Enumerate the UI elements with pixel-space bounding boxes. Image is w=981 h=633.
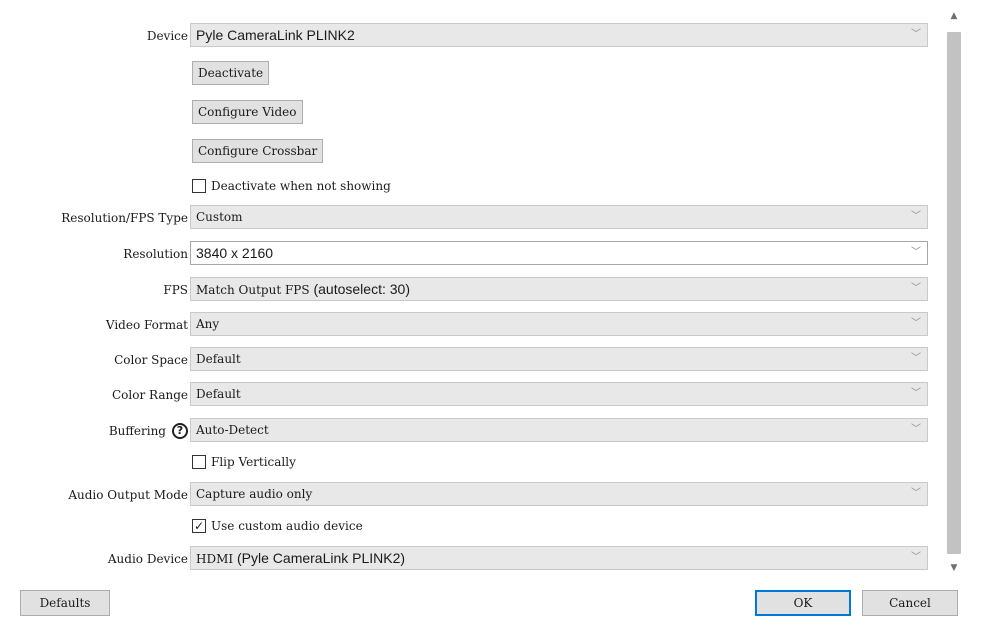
- buffering-label-group: Buffering ?: [109, 418, 188, 444]
- vertical-scrollbar[interactable]: ▲ ▼: [943, 8, 965, 576]
- ok-button[interactable]: OK: [755, 590, 851, 616]
- device-row: Device Pyle CameraLink PLINK2 ﹀: [0, 23, 930, 49]
- resolution-fps-type-dropdown[interactable]: Custom ﹀: [190, 205, 928, 229]
- buffering-dropdown[interactable]: Auto-Detect ﹀: [190, 418, 928, 442]
- resolution-fps-type-value: Custom: [196, 210, 243, 224]
- fps-value-main: Match Output FPS: [196, 283, 310, 297]
- color-range-row: Color Range Default ﹀: [0, 382, 930, 408]
- chevron-down-icon: ﹀: [911, 424, 921, 435]
- defaults-button[interactable]: Defaults: [20, 590, 110, 616]
- use-custom-audio-device-checkbox[interactable]: ✓ Use custom audio device: [192, 516, 363, 536]
- flip-vertically-checkbox[interactable]: Flip Vertically: [192, 452, 296, 472]
- device-label: Device: [146, 29, 188, 43]
- audio-device-row: Audio Device HDMI (Pyle CameraLink PLINK…: [0, 546, 930, 572]
- fps-value-autoselect: (autoselect: 30): [309, 281, 410, 297]
- help-icon[interactable]: ?: [172, 423, 188, 439]
- resolution-combobox[interactable]: 3840 x 2160 ﹀: [190, 241, 928, 265]
- cancel-button[interactable]: Cancel: [862, 590, 958, 616]
- audio-output-mode-label: Audio Output Mode: [68, 488, 188, 502]
- chevron-down-icon: ﹀: [911, 318, 921, 329]
- deactivate-button[interactable]: Deactivate: [192, 61, 270, 85]
- color-range-value: Default: [196, 387, 241, 401]
- video-format-row: Video Format Any ﹀: [0, 312, 930, 338]
- chevron-down-icon: ﹀: [911, 283, 921, 294]
- device-dropdown[interactable]: Pyle CameraLink PLINK2 ﹀: [190, 23, 928, 47]
- color-range-dropdown[interactable]: Default ﹀: [190, 382, 928, 406]
- color-range-label: Color Range: [112, 388, 188, 402]
- checkbox-box[interactable]: [192, 455, 206, 469]
- audio-device-label: Audio Device: [107, 552, 188, 566]
- audio-output-mode-value: Capture audio only: [196, 487, 313, 501]
- buffering-value: Auto-Detect: [196, 423, 269, 437]
- chevron-down-icon: ﹀: [911, 211, 921, 222]
- resolution-fps-type-label: Resolution/FPS Type: [61, 211, 188, 225]
- scroll-down-icon[interactable]: ▼: [943, 560, 965, 576]
- color-space-dropdown[interactable]: Default ﹀: [190, 347, 928, 371]
- flip-vertically-label: Flip Vertically: [211, 455, 296, 469]
- audio-device-dropdown[interactable]: HDMI (Pyle CameraLink PLINK2) ﹀: [190, 546, 928, 570]
- chevron-down-icon: ﹀: [911, 488, 921, 499]
- chevron-down-icon: ﹀: [911, 388, 921, 399]
- check-icon: ✓: [194, 519, 205, 533]
- video-format-value: Any: [196, 317, 220, 331]
- deactivate-when-not-showing-label: Deactivate when not showing: [211, 179, 391, 193]
- chevron-down-icon: ﹀: [911, 353, 921, 364]
- scrollbar-thumb[interactable]: [947, 32, 961, 554]
- color-space-label: Color Space: [114, 353, 188, 367]
- scroll-up-icon[interactable]: ▲: [943, 8, 965, 24]
- chevron-down-icon: ﹀: [911, 247, 921, 258]
- fps-value: Match Output FPS (autoselect: 30): [196, 278, 410, 300]
- buffering-row: Buffering ? Auto-Detect ﹀: [0, 418, 930, 444]
- properties-panel: Device Pyle CameraLink PLINK2 ﹀ Deactiva…: [0, 0, 940, 580]
- audio-device-value-name: (Pyle CameraLink PLINK2): [233, 550, 406, 566]
- color-space-row: Color Space Default ﹀: [0, 347, 930, 373]
- chevron-down-icon: ﹀: [911, 29, 921, 40]
- fps-dropdown[interactable]: Match Output FPS (autoselect: 30) ﹀: [190, 277, 928, 301]
- audio-device-value-main: HDMI: [196, 552, 234, 566]
- audio-device-value: HDMI (Pyle CameraLink PLINK2): [196, 547, 405, 569]
- checkbox-box[interactable]: [192, 179, 206, 193]
- resolution-value[interactable]: 3840 x 2160: [196, 242, 273, 264]
- color-space-value: Default: [196, 352, 241, 366]
- deactivate-when-not-showing-checkbox[interactable]: Deactivate when not showing: [192, 176, 391, 196]
- video-format-label: Video Format: [105, 318, 188, 332]
- resolution-label: Resolution: [123, 247, 188, 261]
- fps-row: FPS Match Output FPS (autoselect: 30) ﹀: [0, 277, 930, 303]
- configure-crossbar-button[interactable]: Configure Crossbar: [192, 139, 324, 163]
- configure-video-button[interactable]: Configure Video: [192, 100, 303, 124]
- device-value: Pyle CameraLink PLINK2: [196, 27, 355, 43]
- resolution-row: Resolution 3840 x 2160 ﹀: [0, 241, 930, 267]
- checkbox-box[interactable]: ✓: [192, 519, 206, 533]
- audio-output-mode-row: Audio Output Mode Capture audio only ﹀: [0, 482, 930, 508]
- resolution-fps-type-row: Resolution/FPS Type Custom ﹀: [0, 205, 930, 231]
- use-custom-audio-device-label: Use custom audio device: [211, 519, 363, 533]
- video-format-dropdown[interactable]: Any ﹀: [190, 312, 928, 336]
- audio-output-mode-dropdown[interactable]: Capture audio only ﹀: [190, 482, 928, 506]
- fps-label: FPS: [163, 283, 188, 297]
- chevron-down-icon: ﹀: [911, 552, 921, 563]
- buffering-label: Buffering: [108, 424, 166, 438]
